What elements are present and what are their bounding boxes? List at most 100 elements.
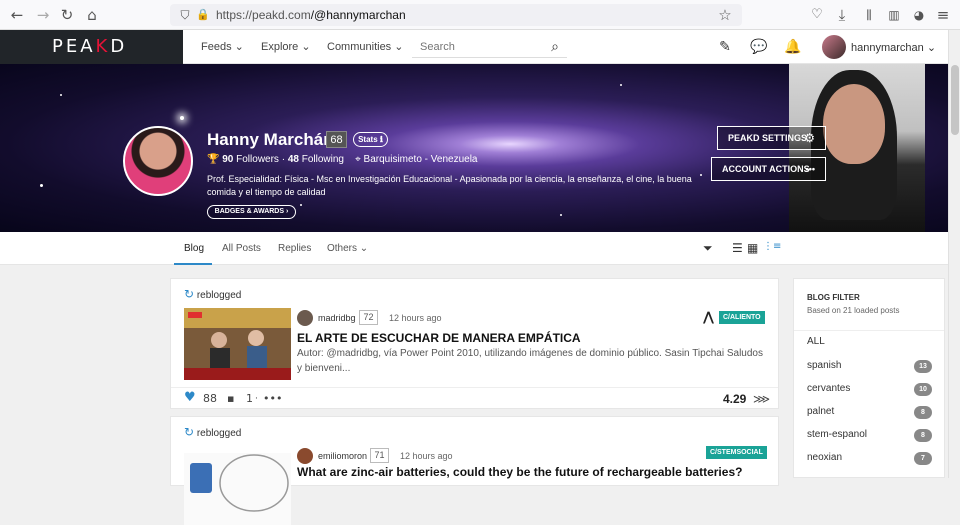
post-title[interactable]: What are zinc-air batteries, could they … <box>297 465 742 479</box>
more-options-icon[interactable]: ••• <box>263 392 282 405</box>
grid-view-icon[interactable]: ▦ <box>747 241 758 255</box>
filter-title: BLOG FILTER <box>807 293 860 302</box>
sidebar-icon[interactable]: ▥ <box>885 6 903 24</box>
download-icon[interactable]: ⤓ <box>833 6 851 24</box>
page-scrollbar[interactable] <box>948 30 960 478</box>
profile-meta: 🏆 90 Followers · 48 Following ⌖ Barquisi… <box>207 154 478 165</box>
vote-count[interactable]: 88 <box>203 392 217 405</box>
filter-label: ALL <box>807 336 825 347</box>
author-name[interactable]: emiliomoron <box>318 451 367 461</box>
filter-label: stem-espanol <box>807 429 868 440</box>
lock-icon[interactable]: 🔒 <box>194 6 212 24</box>
library-icon[interactable]: ⫼ <box>860 6 878 24</box>
author-avatar[interactable] <box>297 448 313 464</box>
post-excerpt[interactable]: Autor: @madridbg, vía Power Point 2010, … <box>297 346 767 376</box>
logo-block[interactable]: PEAKD <box>0 30 183 64</box>
upvote-heart-icon[interactable]: ♥ <box>184 390 196 405</box>
filter-all[interactable]: ALL <box>794 330 944 353</box>
chat-icon[interactable]: 💬 <box>750 38 768 56</box>
gear-icon: ⚙ <box>804 131 815 145</box>
badges-awards-button[interactable]: BADGES & AWARDS › <box>207 205 296 219</box>
peakd-logo[interactable]: PEAKD <box>52 36 127 57</box>
more-dots-icon: ••• <box>805 164 815 174</box>
nav-communities[interactable]: Communities ⌄ <box>327 40 403 53</box>
filter-count: 10 <box>914 383 932 396</box>
chevron-down-icon[interactable]: · <box>255 394 258 404</box>
reload-icon[interactable]: ↻ <box>58 6 76 24</box>
tab-blog[interactable]: Blog <box>184 243 204 254</box>
post-payout[interactable]: 4.29 <box>723 392 746 406</box>
post-footer: ♥ 88 ▪ 1 · ••• 4.29 ⋙ <box>171 387 778 408</box>
filter-item[interactable]: cervantes 10 <box>794 378 944 401</box>
search-input[interactable] <box>412 36 567 58</box>
extension-icon[interactable]: ◕ <box>910 6 928 24</box>
post-thumbnail[interactable] <box>184 453 291 525</box>
following-count[interactable]: 48 <box>288 154 299 165</box>
search-icon[interactable]: ⌕ <box>546 38 564 56</box>
home-icon[interactable]: ⌂ <box>83 6 101 24</box>
reblog-icon: ↻ <box>184 287 195 301</box>
compact-view-icon[interactable]: ⋮≡ <box>763 241 781 252</box>
reblog-indicator: ↻ reblogged <box>184 287 241 301</box>
nav-explore[interactable]: Explore ⌄ <box>261 40 311 53</box>
bookmark-star-icon[interactable]: ☆ <box>716 6 734 24</box>
user-menu[interactable]: hannymarchan ⌄ <box>851 41 936 54</box>
filter-item[interactable]: neoxian 7 <box>794 447 944 470</box>
stats-button[interactable]: Stats ℹ <box>353 132 388 147</box>
account-actions-button[interactable]: ACCOUNT ACTIONS ••• <box>711 157 826 181</box>
post-time[interactable]: 12 hours ago <box>389 313 442 323</box>
peakd-settings-button[interactable]: PEAKD SETTINGS ⚙ <box>717 126 826 150</box>
address-bar[interactable]: ⛉ 🔒 https://peakd.com/@hannymarchan ☆ <box>170 4 742 26</box>
star-decoration <box>60 94 62 96</box>
browser-toolbar: ← → ↻ ⌂ ⛉ 🔒 https://peakd.com/@hannymarc… <box>0 0 960 30</box>
filter-label: neoxian <box>807 452 843 463</box>
post-card[interactable]: ↻ reblogged madridbg 72 12 hours ago ⋀ C… <box>170 278 779 409</box>
post-time[interactable]: 12 hours ago <box>400 451 453 461</box>
post-card[interactable]: ↻ reblogged emiliomoron 71 12 hours ago … <box>170 416 779 525</box>
filter-item[interactable]: spanish 13 <box>794 355 944 378</box>
tab-all-posts[interactable]: All Posts <box>222 243 261 254</box>
star-decoration <box>180 116 184 120</box>
community-tag[interactable]: C/ALIENTO <box>719 311 765 324</box>
star-decoration <box>40 184 43 187</box>
account-actions-label: ACCOUNT ACTIONS <box>722 164 810 174</box>
tab-replies[interactable]: Replies <box>278 243 311 254</box>
shield-icon[interactable]: ⛉ <box>176 6 194 24</box>
star-decoration <box>560 214 562 216</box>
menu-icon[interactable]: ≡ <box>934 6 952 24</box>
following-label[interactable]: Following <box>302 154 344 165</box>
author-avatar[interactable] <box>297 310 313 326</box>
tab-others[interactable]: Others ⌄ <box>327 243 368 254</box>
reputation-badge: 68 <box>326 131 347 148</box>
filter-label: spanish <box>807 360 842 371</box>
author-name[interactable]: madridbg <box>318 313 356 323</box>
blog-filter-panel: BLOG FILTER Based on 21 loaded posts ALL… <box>793 278 945 478</box>
profile-bio: Prof. Especialidad: Física - Msc en Inve… <box>207 174 692 197</box>
bell-icon[interactable]: 🔔 <box>784 38 802 56</box>
profile-avatar[interactable] <box>123 126 193 196</box>
pocket-icon[interactable]: ♡ <box>808 6 826 24</box>
filter-icon[interactable]: ⏷ <box>703 241 713 256</box>
comment-icon[interactable]: ▪ <box>227 392 234 405</box>
community-tag[interactable]: C/STEMSOCIAL <box>706 446 767 459</box>
forward-icon[interactable]: → <box>34 6 52 24</box>
filter-count: 8 <box>914 429 932 442</box>
reblog-indicator: ↻ reblogged <box>184 425 241 439</box>
followers-label[interactable]: Followers <box>236 154 279 165</box>
post-thumbnail[interactable] <box>184 308 291 380</box>
profile-banner: Hanny Marchán 68 Stats ℹ 🏆 90 Followers … <box>0 64 948 232</box>
followers-count[interactable]: 90 <box>222 154 233 165</box>
user-avatar[interactable] <box>822 35 846 59</box>
pencil-icon[interactable]: ✎ <box>716 38 734 56</box>
post-title[interactable]: EL ARTE DE ESCUCHAR DE MANERA EMPÁTICA <box>297 331 581 345</box>
list-view-icon[interactable]: ☰ <box>732 241 743 255</box>
nav-feeds[interactable]: Feeds ⌄ <box>201 40 244 53</box>
filter-item[interactable]: stem-espanol 8 <box>794 424 944 447</box>
reblog-label: reblogged <box>196 428 242 439</box>
filter-item[interactable]: palnet 8 <box>794 401 944 424</box>
author-reputation: 72 <box>359 310 378 325</box>
comment-count[interactable]: 1 <box>246 392 253 405</box>
scrollbar-thumb[interactable] <box>951 65 959 135</box>
profile-location: Barquisimeto - Venezuela <box>363 154 478 165</box>
back-icon[interactable]: ← <box>8 6 26 24</box>
